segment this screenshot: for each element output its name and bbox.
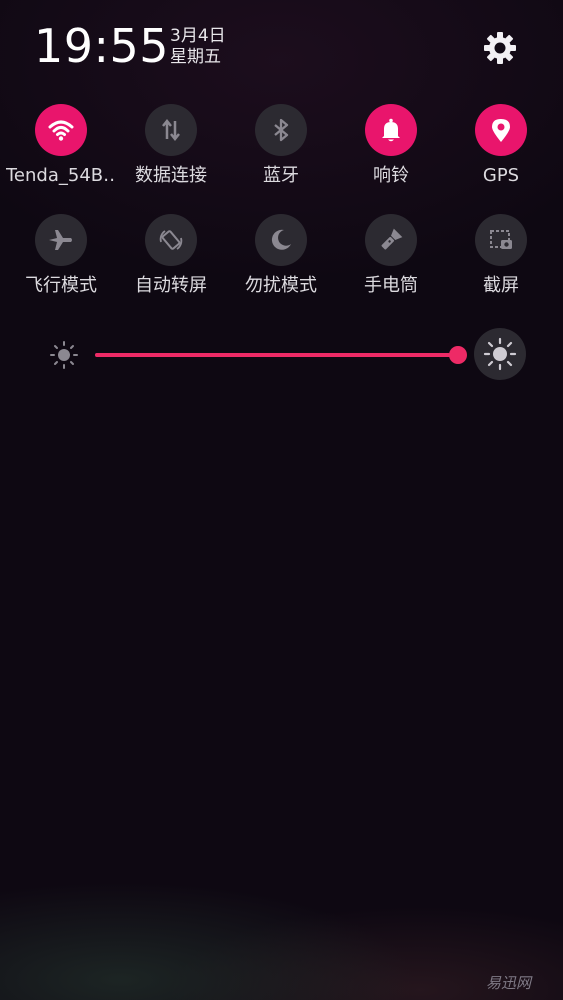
brightness-slider-fill [95, 353, 458, 357]
bluetooth-icon [255, 104, 307, 156]
tile-label: 截屏 [483, 275, 519, 296]
tile-label: GPS [482, 165, 520, 186]
location-pin-icon [475, 104, 527, 156]
tile-mobile-data[interactable]: 数据连接 [116, 100, 226, 200]
date-block: 3月4日 星期五 [170, 26, 226, 68]
flashlight-icon [365, 214, 417, 266]
tile-do-not-disturb[interactable]: 勿扰模式 [226, 210, 336, 310]
tile-wifi[interactable]: Tenda_54B… [6, 100, 116, 200]
tile-gps[interactable]: GPS [446, 100, 556, 200]
brightness-slider[interactable] [95, 346, 467, 364]
bell-icon [365, 104, 417, 156]
brightness-slider-thumb[interactable] [449, 346, 467, 364]
airplane-icon [35, 214, 87, 266]
tile-ringer[interactable]: 响铃 [336, 100, 446, 200]
wifi-icon [35, 104, 87, 156]
data-arrows-icon [145, 104, 197, 156]
tile-label: 飞行模式 [25, 275, 97, 296]
auto-brightness-sun-icon[interactable] [474, 328, 526, 380]
weekday-text: 星期五 [170, 47, 221, 67]
moon-icon [255, 214, 307, 266]
tile-label: 响铃 [373, 165, 409, 186]
tile-bluetooth[interactable]: 蓝牙 [226, 100, 336, 200]
tile-label: 手电筒 [364, 275, 418, 296]
clock-time: 19:55 [34, 19, 170, 73]
auto-rotate-icon [145, 214, 197, 266]
tile-flashlight[interactable]: 手电筒 [336, 210, 446, 310]
date-text: 3月4日 [170, 26, 226, 46]
brightness-control [0, 320, 563, 390]
tile-auto-rotate[interactable]: 自动转屏 [116, 210, 226, 310]
watermark-text: 易迅网 [486, 974, 532, 992]
tile-label: 勿扰模式 [245, 275, 317, 296]
tile-airplane-mode[interactable]: 飞行模式 [6, 210, 116, 310]
tile-label: 自动转屏 [135, 275, 207, 296]
tile-label: 蓝牙 [263, 165, 299, 186]
screenshot-icon [475, 214, 527, 266]
tile-label: Tenda_54B… [6, 165, 116, 186]
tile-label: 数据连接 [135, 165, 207, 186]
tile-screenshot[interactable]: 截屏 [446, 210, 556, 310]
status-bar: 19:55 3月4日 星期五 [0, 0, 563, 90]
brightness-low-icon [47, 338, 81, 372]
settings-gear-icon[interactable] [480, 28, 520, 68]
